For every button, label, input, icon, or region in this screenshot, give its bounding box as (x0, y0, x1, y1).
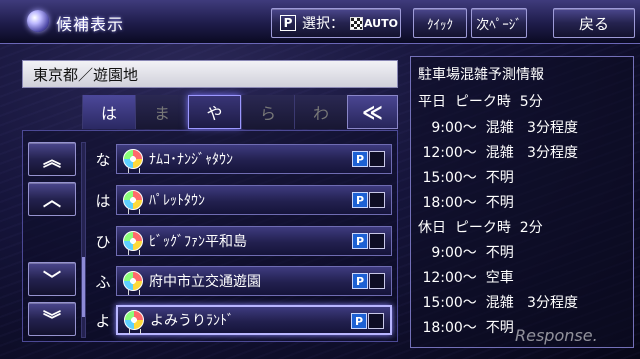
ferris-wheel-icon (123, 149, 143, 173)
tab-ra[interactable]: ら (241, 95, 294, 129)
ferris-wheel-icon (123, 231, 143, 255)
chevron-up-icon: ︿ (43, 190, 61, 211)
scroll-down-button[interactable]: ﹀ (28, 262, 76, 296)
page-title: 候補表示 (56, 15, 125, 34)
result-button-selected[interactable]: よみうりﾗﾝﾄﾞ P (116, 305, 392, 335)
nav-screen: 候補表示 P 選択： AUTO ｸｲｯｸ 次ﾍﾟｰｼﾞ 戻る 東京都／遊園地 は… (0, 0, 640, 359)
double-chevron-down-icon: ︾ (43, 310, 61, 331)
forecast-line: 9:00～ 不明 (418, 245, 514, 261)
forecast-line: 12:00～ 混雑 3分程度 (418, 145, 578, 161)
tab-wa[interactable]: わ (294, 95, 347, 129)
row-index-kana: よ (95, 311, 111, 330)
list-item: ひ ﾋﾞｯｸﾞﾌｧﾝ平和島 P (90, 225, 396, 257)
result-name: よみうりﾗﾝﾄﾞ (150, 313, 234, 329)
scrollbar[interactable] (81, 142, 86, 338)
area-field: 東京都／遊園地 (22, 60, 398, 88)
scroll-up-button[interactable]: ︿ (28, 182, 76, 216)
forecast-line: 15:00～ 混雑 3分程度 (418, 295, 578, 311)
forecast-line: 平日 ピーク時 5分 (418, 94, 543, 110)
parking-select-button[interactable]: P 選択： AUTO (271, 8, 401, 38)
parking-icon: P (280, 15, 296, 31)
list-item: よ よみうりﾗﾝﾄﾞ P (90, 304, 396, 336)
list-item: な ﾅﾑｺ･ﾅﾝｼﾞｬﾀｳﾝ P (90, 143, 396, 175)
checkered-flag-icon (350, 16, 363, 30)
tab-prev-kana-button[interactable]: ≪ (347, 95, 398, 129)
parking-icon: P (351, 313, 367, 329)
forecast-line: 18:00～ 不明 (418, 320, 514, 336)
quick-button[interactable]: ｸｲｯｸ (413, 8, 467, 38)
row-index-kana: な (95, 150, 111, 169)
auto-indicator: AUTO (350, 16, 398, 30)
row-index-kana: ふ (95, 272, 111, 291)
ferris-wheel-icon (123, 271, 143, 295)
row-index-kana: は (95, 191, 111, 210)
result-button[interactable]: ﾊﾟﾚｯﾄﾀｳﾝ P (116, 185, 392, 215)
forecast-line: 15:00～ 不明 (418, 170, 514, 186)
double-chevron-up-icon: ︽ (43, 150, 61, 171)
globe-icon (27, 10, 49, 32)
chevron-down-icon: ﹀ (43, 270, 61, 291)
parking-icon: P (352, 192, 368, 208)
page-down-button[interactable]: ︾ (28, 302, 76, 336)
back-button[interactable]: 戻る (553, 8, 635, 38)
ferris-wheel-icon (123, 190, 143, 214)
scrollbar-thumb[interactable] (82, 257, 85, 317)
next-page-button[interactable]: 次ﾍﾟｰｼﾞ (471, 8, 527, 38)
list-item: ふ 府中市立交通遊園 P (90, 265, 396, 297)
result-name: ﾋﾞｯｸﾞﾌｧﾝ平和島 (149, 234, 247, 250)
parking-status: P (352, 192, 385, 208)
forecast-line: 12:00～ 空車 (418, 270, 514, 286)
parking-icon: P (352, 233, 368, 249)
parking-status: P (352, 233, 385, 249)
tab-ma[interactable]: ま (135, 95, 188, 129)
parking-level-box (368, 313, 384, 329)
page-up-button[interactable]: ︽ (28, 142, 76, 176)
parking-status: P (351, 313, 384, 329)
parking-level-box (369, 233, 385, 249)
forecast-line: 18:00～ 不明 (418, 195, 514, 211)
parking-icon: P (352, 273, 368, 289)
forecast-line: 9:00～ 混雑 3分程度 (418, 120, 578, 136)
parking-level-box (369, 151, 385, 167)
result-button[interactable]: 府中市立交通遊園 P (116, 266, 392, 296)
list-item: は ﾊﾟﾚｯﾄﾀｳﾝ P (90, 184, 396, 216)
ferris-wheel-icon (124, 310, 144, 334)
parking-level-box (369, 273, 385, 289)
result-button[interactable]: ﾅﾑｺ･ﾅﾝｼﾞｬﾀｳﾝ P (116, 144, 392, 174)
select-label: 選択： (302, 16, 344, 32)
kana-tab-bar: は ま や ら わ ≪ (82, 95, 398, 129)
watermark: Response. (515, 326, 598, 345)
parking-icon: P (352, 151, 368, 167)
auto-label: AUTO (364, 16, 398, 30)
parking-level-box (369, 192, 385, 208)
parking-status: P (352, 151, 385, 167)
tab-ha[interactable]: は (82, 95, 135, 129)
result-name: ﾅﾑｺ･ﾅﾝｼﾞｬﾀｳﾝ (149, 152, 233, 168)
forecast-title: 駐車場混雑予測情報 (418, 67, 544, 83)
result-button[interactable]: ﾋﾞｯｸﾞﾌｧﾝ平和島 P (116, 226, 392, 256)
result-name: 府中市立交通遊園 (149, 274, 261, 290)
tab-ya[interactable]: や (188, 95, 241, 129)
parking-status: P (352, 273, 385, 289)
result-name: ﾊﾟﾚｯﾄﾀｳﾝ (149, 193, 205, 209)
forecast-line: 休日 ピーク時 2分 (418, 220, 543, 236)
row-index-kana: ひ (95, 232, 111, 251)
